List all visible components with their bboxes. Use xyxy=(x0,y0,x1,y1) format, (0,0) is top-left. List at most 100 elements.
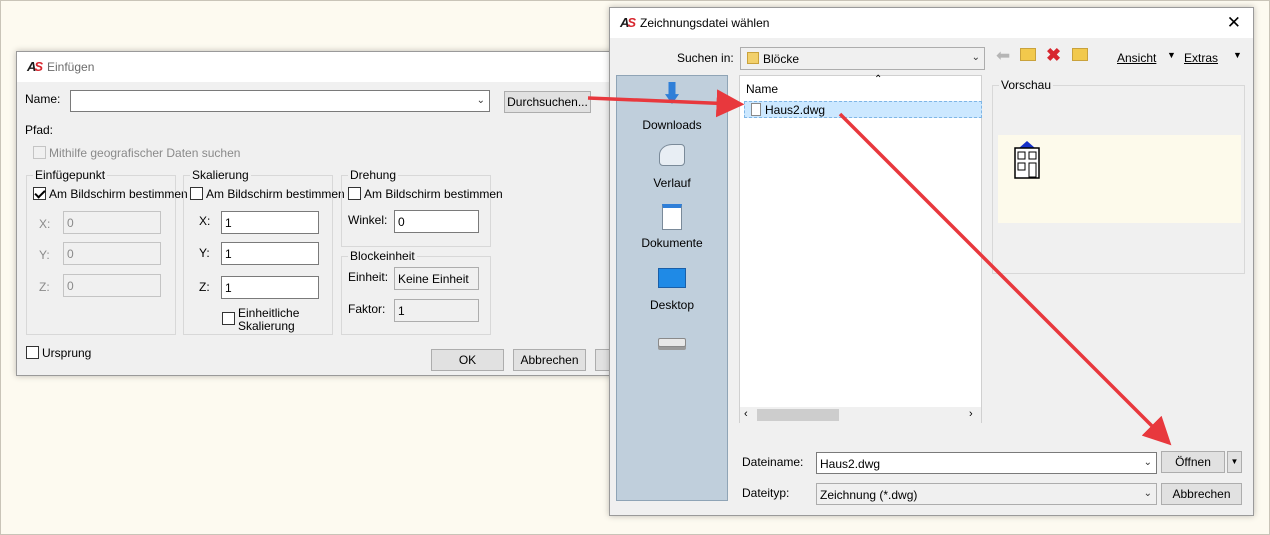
filetype-label: Dateityp: xyxy=(742,486,790,500)
place-history-label: Verlauf xyxy=(653,176,691,190)
drive-icon xyxy=(658,338,686,347)
up-folder-icon[interactable] xyxy=(1020,48,1036,61)
views-dropdown-icon[interactable]: ▼ xyxy=(1167,50,1176,60)
filetype-value: Zeichnung (*.dwg) xyxy=(820,488,918,502)
document-icon xyxy=(662,204,682,230)
origin-checkbox[interactable] xyxy=(26,346,39,359)
angle-input[interactable]: 0 xyxy=(394,210,479,233)
list-item[interactable]: Haus2.dwg xyxy=(744,101,982,118)
file-dialog-title: Zeichnungsdatei wählen xyxy=(640,16,770,30)
tools-dropdown-icon[interactable]: ▼ xyxy=(1233,50,1242,60)
insertion-x-input[interactable]: 0 xyxy=(63,211,161,234)
sort-ascending-icon: ⌃ xyxy=(874,74,883,85)
origin-label: Ursprung xyxy=(42,346,92,360)
unit-value: Keine Einheit xyxy=(394,267,479,290)
scroll-left-icon[interactable]: ‹ xyxy=(744,408,748,420)
close-icon[interactable]: ✕ xyxy=(1227,13,1241,33)
factor-value: 1 xyxy=(394,299,479,322)
uniform-scale-label-2: Skalierung xyxy=(238,319,295,333)
insertion-on-screen-label: Am Bildschirm bestimmen xyxy=(49,187,188,201)
views-menu[interactable]: Ansicht xyxy=(1117,51,1156,65)
insertion-y-label: Y: xyxy=(39,248,50,262)
folder-icon xyxy=(747,52,759,64)
rotation-on-screen-checkbox[interactable] xyxy=(348,187,361,200)
app-logo-icon: AS xyxy=(27,59,43,74)
scroll-right-icon[interactable]: › xyxy=(969,408,973,420)
look-in-combobox[interactable]: Blöcke ⌄ xyxy=(740,47,985,70)
geo-data-checkbox[interactable] xyxy=(33,146,46,159)
scale-y-input[interactable]: 1 xyxy=(221,242,319,265)
block-unit-group: Blockeinheit Einheit: Keine Einheit Fakt… xyxy=(341,249,491,335)
place-documents-label: Dokumente xyxy=(641,236,703,250)
uniform-scale-label-1: Einheitliche xyxy=(238,306,300,320)
history-clock-icon xyxy=(659,144,685,166)
name-column-header[interactable]: Name xyxy=(746,82,778,96)
horizontal-scrollbar[interactable]: ‹ › xyxy=(740,407,981,423)
place-desktop-label: Desktop xyxy=(649,298,695,312)
uniform-scale-checkbox[interactable] xyxy=(222,312,235,325)
scale-y-label: Y: xyxy=(199,246,210,260)
scale-x-label: X: xyxy=(199,214,211,228)
insert-dialog-titlebar[interactable]: AS Einfügen xyxy=(17,52,615,82)
insert-dialog: AS Einfügen Name: ⌄ Durchsuchen... Pfad:… xyxy=(16,51,625,376)
unit-label: Einheit: xyxy=(348,270,389,284)
preview-legend: Vorschau xyxy=(999,78,1054,92)
chevron-down-icon[interactable]: ⌄ xyxy=(1144,457,1152,468)
rotation-legend: Drehung xyxy=(348,168,399,182)
factor-label: Faktor: xyxy=(348,302,386,316)
new-folder-icon[interactable] xyxy=(1072,48,1088,61)
insertion-on-screen-checkbox[interactable] xyxy=(33,187,46,200)
tools-menu[interactable]: Extras xyxy=(1184,51,1218,65)
filetype-combobox[interactable]: Zeichnung (*.dwg) ⌄ xyxy=(816,483,1157,505)
chevron-down-icon[interactable]: ⌄ xyxy=(1144,488,1152,499)
file-cancel-button[interactable]: Abbrechen xyxy=(1161,483,1242,505)
preview-area xyxy=(998,135,1241,223)
scale-group: Skalierung Am Bildschirm bestimmen X: 1 … xyxy=(183,168,345,335)
file-name: Haus2.dwg xyxy=(765,103,826,117)
open-button[interactable]: Öffnen xyxy=(1161,451,1225,473)
delete-icon[interactable]: ✖ xyxy=(1046,45,1061,66)
scale-x-input[interactable]: 1 xyxy=(221,211,319,234)
scale-legend: Skalierung xyxy=(190,168,251,182)
path-label: Pfad: xyxy=(25,123,54,137)
name-combobox[interactable]: ⌄ xyxy=(70,90,490,112)
back-icon[interactable]: ⬅ xyxy=(996,46,1010,66)
scale-z-input[interactable]: 1 xyxy=(221,276,319,299)
insertion-x-label: X: xyxy=(39,217,51,231)
rotation-group: Drehung Am Bildschirm bestimmen Winkel: … xyxy=(341,168,503,247)
preview-group: Vorschau xyxy=(992,78,1245,274)
desktop-monitor-icon xyxy=(658,268,686,288)
house-preview-icon xyxy=(1014,141,1040,179)
chevron-down-icon[interactable]: ⌄ xyxy=(477,95,485,106)
ok-button[interactable]: OK xyxy=(431,349,504,371)
file-dialog: AS Zeichnungsdatei wählen ✕ Suchen in: B… xyxy=(609,7,1254,516)
insertion-point-legend: Einfügepunkt xyxy=(33,168,108,182)
place-history[interactable]: Verlauf xyxy=(617,144,727,190)
open-options-button[interactable]: ▼ xyxy=(1227,451,1242,473)
insert-dialog-title: Einfügen xyxy=(47,60,95,74)
places-sidebar: Downloads Verlauf Dokumente Desktop xyxy=(616,75,728,501)
block-unit-legend: Blockeinheit xyxy=(348,249,417,263)
app-logo-icon: AS xyxy=(620,15,636,30)
file-icon xyxy=(751,103,761,116)
filename-combobox[interactable]: Haus2.dwg ⌄ xyxy=(816,452,1157,474)
place-downloads-label: Downloads xyxy=(642,118,702,132)
insertion-y-input[interactable]: 0 xyxy=(63,242,161,265)
browse-button[interactable]: Durchsuchen... xyxy=(504,91,591,113)
look-in-value: Blöcke xyxy=(763,52,800,66)
look-in-label: Suchen in: xyxy=(677,51,734,65)
scale-on-screen-checkbox[interactable] xyxy=(190,187,203,200)
insertion-z-input[interactable]: 0 xyxy=(63,274,161,297)
file-dialog-titlebar[interactable]: AS Zeichnungsdatei wählen ✕ xyxy=(610,8,1253,38)
insert-cancel-button[interactable]: Abbrechen xyxy=(513,349,586,371)
place-drive[interactable] xyxy=(617,338,727,347)
chevron-down-icon[interactable]: ⌄ xyxy=(972,52,980,63)
filename-label: Dateiname: xyxy=(742,455,804,469)
place-downloads[interactable]: Downloads xyxy=(617,82,727,132)
place-desktop[interactable]: Desktop xyxy=(617,268,727,312)
file-list: ⌃ Name Haus2.dwg ‹ › xyxy=(739,74,982,423)
place-documents[interactable]: Dokumente xyxy=(617,204,727,250)
scroll-thumb[interactable] xyxy=(757,409,839,421)
insertion-point-group: Einfügepunkt Am Bildschirm bestimmen X: … xyxy=(26,168,188,335)
scale-z-label: Z: xyxy=(199,280,210,294)
